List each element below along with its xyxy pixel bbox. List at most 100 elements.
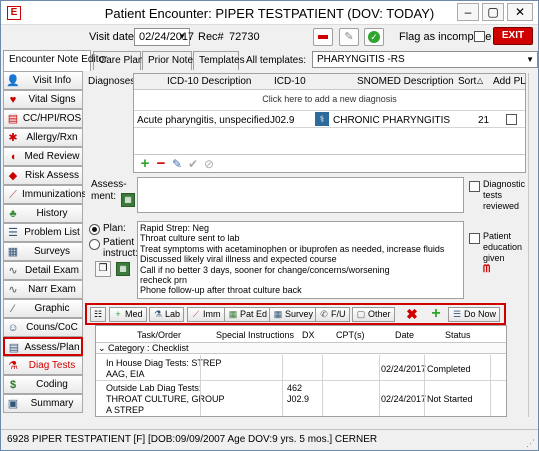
column-divider [379,355,380,416]
column-header: ICD-10 [274,76,306,87]
lab-order-button[interactable]: ⚗ Lab [149,307,185,322]
column-header: Add PL [493,76,526,87]
category-row[interactable]: ⌄ Category : Checklist [96,342,506,354]
icd-code: J02.9 [270,115,295,126]
imm-order-button[interactable]: ⟋ Imm [187,307,225,322]
flag-incomplete-checkbox[interactable] [474,31,485,42]
rec-value: 72730 [229,31,260,43]
plan-radio[interactable] [89,224,100,235]
snomed-lookup-icon[interactable]: ⚕ [315,112,329,126]
tab-templates[interactable]: Templates [193,51,245,70]
panel-scrollbar[interactable] [528,73,536,417]
sort-value: 21 [478,115,490,126]
order-status: Completed [427,364,471,374]
orders-menu-icon[interactable]: ☷ [90,307,106,322]
follow-up-icon: ✆ [320,309,328,319]
table-row[interactable]: In House Diag Tests: STREP AAG, EIA 02/2… [96,357,506,381]
table-row[interactable]: Outside Lab Diag Tests: THROAT CULTURE, … [96,382,506,416]
exit-button[interactable]: EXIT [493,27,533,45]
follow-up-order-button[interactable]: ✆ F/U [315,307,350,322]
tab-encounter-note-editor[interactable]: Encounter Note Editor [3,50,107,71]
sidebar-item-label: Allergy/Rxn [26,132,78,143]
sidebar-item-narr-exam[interactable]: ∿ Narr Exam [3,280,83,299]
minimize-button[interactable]: ‒ [457,3,479,21]
plan-radio-label: Plan: [103,223,126,234]
orders-grid[interactable]: Task/Order Special Instructions DX CPT(s… [95,325,507,417]
close-window-button[interactable]: ✕ [507,3,533,21]
sidebar-item-immunizations[interactable]: ⟋ Immunizations [3,185,86,204]
diagnostic-tests-reviewed-checkbox[interactable] [469,181,480,192]
template-select[interactable]: PHARYNGITIS -RS ▼ [312,51,538,68]
sidebar-item-vital-signs[interactable]: ♥ Vital Signs [3,90,83,109]
delete-encounter-button[interactable] [313,28,333,46]
plan-line: Throat culture sent to lab [140,233,240,244]
chevron-down-icon[interactable]: ▼ [178,29,186,45]
button-label: Lab [165,309,181,319]
icd-description: Acute pharyngitis, unspecified [137,115,270,126]
sidebar-item-graphic[interactable]: ⁄ Graphic [3,299,83,318]
title-bar: E Patient Encounter: PIPER TESTPATIENT (… [1,1,538,25]
plan-text-field[interactable]: Rapid Strep: Neg Throat culture sent to … [137,221,464,299]
plan-line: Treat symptoms with acetaminophen or ibu… [140,243,445,254]
order-task: In House Diag Tests: STREP AAG, EIA [106,358,222,379]
sidebar-item-cc-hpi-ros[interactable]: ▤ CC/HPI/ROS [3,109,83,128]
pill-icon: ◖ [9,151,17,163]
sidebar-item-couns-coc[interactable]: ☺ Couns/CoC [3,318,83,337]
sidebar-item-problem-list[interactable]: ☰ Problem List [3,223,83,242]
sidebar-item-history[interactable]: ♣ History [3,204,83,223]
med-order-button[interactable]: + Med [109,307,147,322]
patient-education-checkbox[interactable] [469,233,480,244]
resize-grip-icon[interactable]: ⋰ [526,438,536,448]
collapse-icon[interactable]: ⌄ [98,343,106,354]
other-order-button[interactable]: ▢ Other [352,307,395,322]
patient-status-text: 6928 PIPER TESTPATIENT [F] [DOB:09/09/20… [7,434,378,445]
education-link-icon[interactable]: ᗰ [483,264,490,275]
add-order-icon[interactable]: + [427,306,445,324]
sidebar-item-surveys[interactable]: ▦ Surveys [3,242,83,261]
table-row[interactable]: Acute pharyngitis, unspecified J02.9 ⚕ C… [134,110,525,128]
column-header: ICD-10 Description [167,76,252,87]
order-task: Outside Lab Diag Tests: THROAT CULTURE, … [106,383,225,415]
survey-order-button[interactable]: ▦ Survey [269,307,318,322]
button-label: Pat Ed [240,309,268,319]
sidebar-item-risk-assess[interactable]: ◆ Risk Assess [3,166,83,185]
do-now-button[interactable]: ☰ Do Now [448,307,501,322]
delete-order-icon[interactable]: ✖ [403,306,421,324]
sidebar-item-diag-tests[interactable]: ⚗ Diag Tests [3,356,83,375]
chevron-down-icon[interactable]: ▼ [526,52,534,67]
cancel-icon[interactable]: ⊘ [200,155,218,173]
tab-prior-notes[interactable]: Prior Notes [142,51,198,70]
sort-ascending-icon[interactable]: △ [477,76,483,85]
maximize-button[interactable]: ▢ [482,3,504,21]
counsel-icon: ☺ [7,322,19,334]
sidebar-item-med-review[interactable]: ◖ Med Review [3,147,83,166]
button-label: F/U [331,309,346,319]
sidebar-item-label: History [36,208,68,219]
button-label: Survey [285,309,314,319]
pat-ed-order-button[interactable]: ▦ Pat Ed [224,307,272,322]
sidebar-item-assess-plan[interactable]: ▤ Assess/Plan [3,337,83,356]
sidebar-item-summary[interactable]: ▣ Summary [3,394,83,413]
assessment-field[interactable] [137,177,464,213]
add-diagnosis-row[interactable]: Click here to add a new diagnosis [134,91,525,107]
sidebar-item-visit-info[interactable]: 👤 Visit Info [3,71,83,90]
diagnoses-grid[interactable]: ICD-10 Description ICD-10 SNOMED Descrip… [133,73,526,173]
sidebar-item-allergy[interactable]: ✱ Allergy/Rxn [3,128,83,147]
section-sidebar: 👤 Visit Info ♥ Vital Signs ▤ CC/HPI/ROS ✱ Al… [3,71,86,427]
sign-button[interactable]: ✎ [339,28,359,46]
add-to-problem-list-checkbox[interactable] [506,114,517,125]
assessment-template-icon[interactable]: ▦ [121,193,135,207]
plan-line: Rapid Strep: Neg [140,223,210,233]
stethoscope-icon: ∿ [8,284,18,296]
approve-button[interactable]: ✓ [364,28,384,46]
diagnoses-header: ICD-10 Description ICD-10 SNOMED Descrip… [134,74,526,90]
assess-icon: ▤ [8,342,20,354]
plan-template-icon[interactable]: ▦ [116,262,130,276]
visit-date-field[interactable]: 02/24/2017 ▼ [134,28,194,46]
patient-instruct-radio[interactable] [89,239,100,250]
sidebar-item-coding[interactable]: $ Coding [3,375,83,394]
order-status: Not Started [427,394,473,404]
sidebar-item-detail-exam[interactable]: ∿ Detail Exam [3,261,83,280]
copy-icon[interactable]: ❐ [95,261,111,277]
rec-label: Rec# [198,31,224,43]
